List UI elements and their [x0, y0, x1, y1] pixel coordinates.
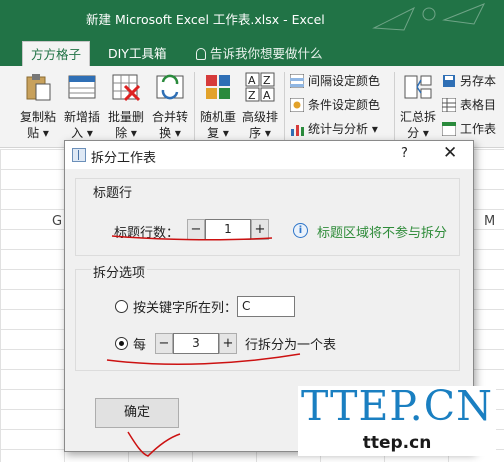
save-as-icon [443, 75, 455, 87]
dialog-title-bar: 拆分工作表 ? ✕ [65, 141, 473, 169]
title-bar: 新建 Microsoft Excel 工作表.xlsx - Excel [0, 0, 504, 36]
interval-color-button[interactable]: 间隔设定颜色 [290, 70, 380, 92]
dialog-title: 拆分工作表 [91, 151, 157, 166]
worksheet-icon [442, 122, 456, 136]
interval-color-icon [290, 74, 304, 88]
close-button[interactable]: ✕ [443, 143, 457, 163]
svg-text:A: A [263, 89, 271, 102]
window-title: 新建 Microsoft Excel 工作表.xlsx - Excel [86, 12, 325, 27]
watermark-subtext: ttep.cn [362, 433, 432, 453]
insert-icon [68, 75, 96, 99]
batch-delete-button[interactable]: 批量删 除 ▾ [104, 70, 148, 141]
merge-convert-icon [156, 74, 184, 100]
header-rows-decrement-button[interactable]: − [187, 219, 205, 240]
key-column-input[interactable]: C [237, 296, 295, 317]
ribbon-separator [284, 72, 285, 142]
advanced-sort-button[interactable]: AZZA 高级排 序 ▾ [238, 70, 282, 141]
header-rows-label: 标题行数： [114, 226, 180, 241]
by-column-label: 按关键字所在列： [133, 301, 238, 316]
ribbon: 复制粘 贴 ▾ 新增插 入 ▾ 批量删 除 ▾ 合并转 换 ▾ 随机重 复 ▾ … [0, 66, 504, 148]
table-index-button[interactable]: 表格目 [442, 94, 496, 116]
rows-per-sheet-input[interactable]: 3 [173, 333, 219, 354]
header-rows-input[interactable]: 1 [205, 219, 251, 240]
every-label: 每 [133, 338, 147, 353]
ribbon-tab-row: 方方格子 DIY工具箱 告诉我你想要做什么 [0, 36, 504, 66]
statistics-button[interactable]: 统计与分析 ▾ [290, 118, 378, 140]
summary-split-button[interactable]: 汇总拆 分 ▾ [396, 70, 440, 141]
dialog-app-icon [72, 148, 86, 162]
tab-fangfang[interactable]: 方方格子 [22, 41, 91, 66]
svg-text:Z: Z [248, 89, 256, 102]
column-header-m[interactable]: M [484, 214, 495, 229]
help-button[interactable]: ? [401, 146, 408, 161]
by-column-radio[interactable] [115, 300, 128, 313]
paste-button[interactable]: 复制粘 贴 ▾ [16, 70, 60, 141]
ribbon-separator [394, 72, 395, 142]
rows-per-sheet-increment-button[interactable]: + [219, 333, 237, 354]
header-rows-group-label: 标题行 [91, 182, 135, 201]
statistics-icon [291, 125, 304, 136]
svg-text:A: A [248, 74, 256, 87]
sort-az-icon: A ZZ A [245, 72, 275, 102]
table-index-icon [442, 98, 456, 112]
info-icon: i [293, 223, 308, 238]
ok-button[interactable]: 确定 [95, 398, 179, 428]
header-rows-increment-button[interactable]: + [251, 219, 269, 240]
paste-icon [26, 74, 51, 101]
condition-color-icon [290, 98, 304, 112]
summary-split-icon [404, 75, 432, 99]
tab-diy-toolbox[interactable]: DIY工具箱 [100, 41, 174, 66]
lightbulb-icon [196, 48, 206, 60]
tell-me-search[interactable]: 告诉我你想要做什么 [196, 41, 323, 66]
ribbon-separator [194, 72, 195, 142]
worksheet-button[interactable]: 工作表 [442, 118, 496, 140]
split-options-group-label: 拆分选项 [91, 262, 148, 281]
random-icon [206, 75, 230, 99]
condition-color-button[interactable]: 条件设定颜色 [290, 94, 380, 116]
watermark-text: TTEP.CN [301, 382, 493, 430]
insert-button[interactable]: 新增插 入 ▾ [60, 70, 104, 141]
rows-per-sheet-decrement-button[interactable]: − [155, 333, 173, 354]
merge-convert-button[interactable]: 合并转 换 ▾ [148, 70, 192, 141]
tell-me-text: 告诉我你想要做什么 [210, 46, 323, 61]
split-options-group [75, 269, 460, 371]
rows-suffix-label: 行拆分为一个表 [245, 338, 337, 353]
svg-text:Z: Z [263, 74, 271, 87]
every-n-rows-radio[interactable] [115, 337, 128, 350]
column-header-g[interactable]: G [52, 214, 62, 229]
paper-plane-decoration-icon [372, 3, 486, 31]
header-rows-stepper: − 1 + [187, 219, 269, 240]
save-as-button[interactable]: 另存本 [442, 70, 496, 92]
batch-delete-icon [112, 74, 141, 102]
rows-per-sheet-stepper: − 3 + [155, 333, 237, 354]
random-button[interactable]: 随机重 复 ▾ [196, 70, 240, 141]
header-note: 标题区域将不参与拆分 [317, 226, 448, 241]
